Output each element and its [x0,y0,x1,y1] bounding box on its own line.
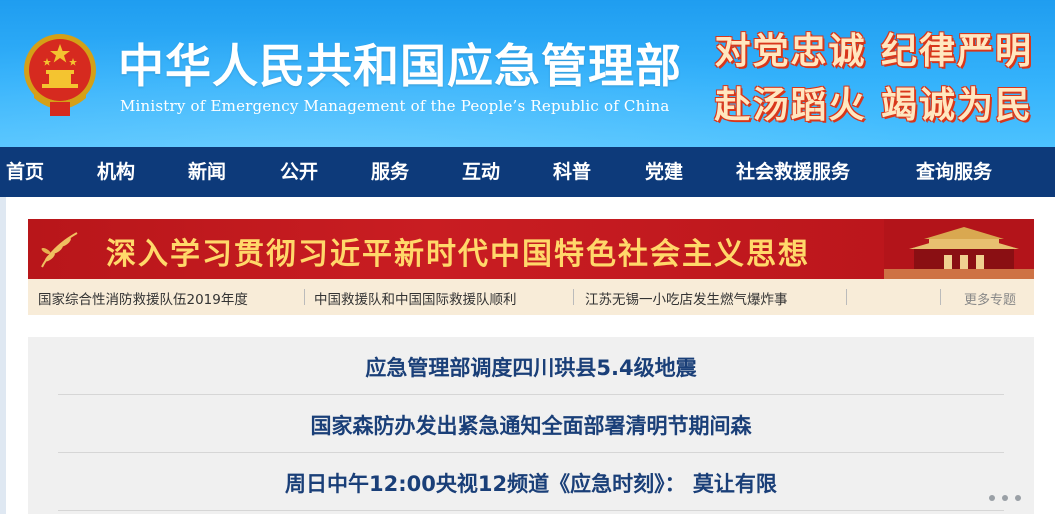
nav-item-science[interactable]: 科普 [553,147,591,197]
topic-ticker: 国家综合性消防救援队伍2019年度 中国救援队和中国国际救援队顺利 江苏无锡一小… [28,279,1034,315]
nav-item-interaction[interactable]: 互动 [462,147,500,197]
nav-item-organization[interactable]: 机构 [97,147,135,197]
ticker-item[interactable]: 国家综合性消防救援队伍2019年度 [38,288,248,308]
headline-list: 应急管理部调度四川珙县5.4级地震 国家森防办发出紧急通知全面部署清明节期间森 … [28,337,1034,514]
nav-item-news[interactable]: 新闻 [188,147,226,197]
nav-item-query-service[interactable]: 查询服务 [916,147,992,197]
ticker-divider [573,289,574,305]
slogan-line-1: 对党忠诚 纪律严明 [714,30,1033,72]
dot [989,495,995,501]
nav-item-home[interactable]: 首页 [6,147,44,197]
national-emblem-icon[interactable] [20,28,100,120]
nav-item-service[interactable]: 服务 [371,147,409,197]
headline-divider [58,394,1004,395]
nav-item-party[interactable]: 党建 [645,147,683,197]
dot [1002,495,1008,501]
main-nav: 首页 机构 新闻 公开 服务 互动 科普 党建 社会救援服务 查询服务 [0,147,1055,197]
side-edge [0,197,6,514]
dot [1015,495,1021,501]
banner-title: 深入学习贯彻习近平新时代中国特色社会主义思想 [106,237,810,272]
nav-item-social-rescue[interactable]: 社会救援服务 [736,147,850,197]
site-title-cn[interactable]: 中华人民共和国应急管理部 [118,30,682,96]
nav-item-public[interactable]: 公开 [280,147,318,197]
ticker-divider [304,289,305,305]
tiananmen-icon [884,219,1034,279]
ticker-item[interactable]: 江苏无锡一小吃店发生燃气爆炸事 [585,288,788,308]
site-header: 中华人民共和国应急管理部 Ministry of Emergency Manag… [0,0,1055,147]
headline-divider [58,510,1004,511]
site-title-en: Ministry of Emergency Management of the … [120,97,670,115]
ticker-item[interactable]: 中国救援队和中国国际救援队顺利 [314,288,517,308]
headline-item[interactable]: 周日中午12:00央视12频道《应急时刻》： 莫让有限 [28,468,1034,498]
headline-divider [58,452,1004,453]
wheat-ornament-icon [41,232,78,268]
headline-item[interactable]: 国家森防办发出紧急通知全面部署清明节期间森 [28,410,1034,440]
headline-item[interactable]: 应急管理部调度四川珙县5.4级地震 [28,352,1034,382]
ticker-divider [940,289,941,305]
ticker-divider [846,289,847,305]
theme-banner[interactable]: 深入学习贯彻习近平新时代中国特色社会主义思想 [28,219,1034,279]
more-dots-icon[interactable] [989,495,1029,503]
slogan-line-2: 赴汤蹈火 竭诚为民 [714,84,1033,126]
more-topics-link[interactable]: 更多专题 [964,289,1016,308]
